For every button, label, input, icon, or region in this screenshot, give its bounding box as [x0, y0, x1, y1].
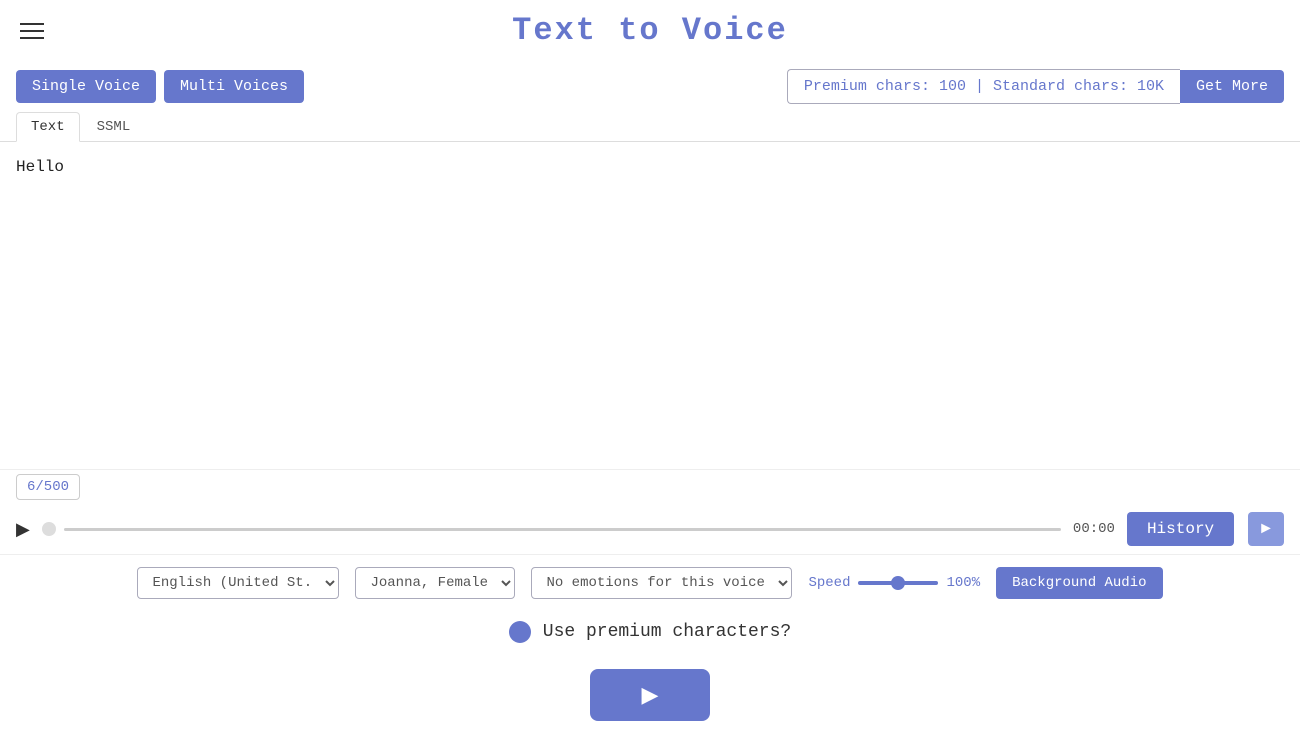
text-input[interactable]: Hello [16, 158, 1284, 448]
play-icon: ▶ [642, 682, 659, 708]
char-count: 6/500 [16, 474, 80, 500]
speed-label: Speed [808, 575, 850, 591]
controls-bar: English (United St. Joanna, Female No em… [0, 555, 1300, 611]
premium-toggle[interactable] [509, 621, 531, 643]
voice-buttons: Single Voice Multi Voices [16, 70, 304, 103]
next-button[interactable]: ► [1248, 512, 1284, 546]
emotion-select[interactable]: No emotions for this voice [531, 567, 792, 599]
menu-button[interactable] [20, 23, 44, 39]
speed-slider[interactable] [858, 581, 938, 585]
speed-control: Speed 100% [808, 575, 980, 591]
player-bar: ▶ 00:00 History ► [0, 504, 1300, 555]
chars-info: Premium chars: 100 | Standard chars: 10K… [787, 69, 1284, 104]
tab-ssml[interactable]: SSML [82, 112, 146, 141]
char-count-bar: 6/500 [0, 469, 1300, 504]
text-area-wrapper: Hello [0, 142, 1300, 469]
premium-row: Use premium characters? [0, 611, 1300, 653]
progress-container [42, 522, 1061, 536]
history-button[interactable]: History [1127, 512, 1234, 546]
multi-voices-button[interactable]: Multi Voices [164, 70, 304, 103]
language-select[interactable]: English (United St. [137, 567, 339, 599]
background-audio-button[interactable]: Background Audio [996, 567, 1162, 599]
tab-text[interactable]: Text [16, 112, 80, 142]
premium-label: Use premium characters? [543, 622, 791, 642]
time-display: 00:00 [1073, 521, 1115, 537]
get-more-button[interactable]: Get More [1180, 70, 1284, 103]
big-play-row: ▶ [0, 653, 1300, 741]
progress-thumb [42, 522, 56, 536]
top-bar: Single Voice Multi Voices Premium chars:… [0, 61, 1300, 112]
big-play-button[interactable]: ▶ [590, 669, 710, 721]
tabs: Text SSML [0, 112, 1300, 142]
play-button[interactable]: ▶ [16, 519, 30, 540]
speed-value: 100% [946, 575, 980, 591]
chars-display: Premium chars: 100 | Standard chars: 10K [787, 69, 1180, 104]
progress-track [64, 528, 1061, 531]
app-title: Text to Voice [512, 12, 788, 49]
single-voice-button[interactable]: Single Voice [16, 70, 156, 103]
voice-select[interactable]: Joanna, Female [355, 567, 515, 599]
header: Text to Voice [0, 0, 1300, 61]
